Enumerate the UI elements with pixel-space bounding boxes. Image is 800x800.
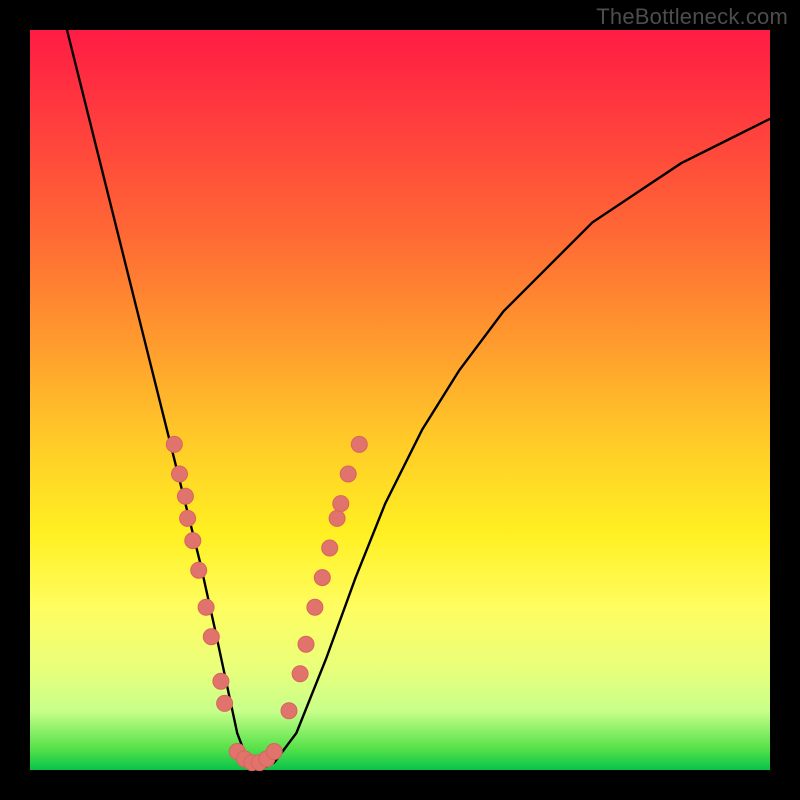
- data-point: [185, 533, 201, 549]
- data-points: [166, 436, 367, 770]
- data-point: [307, 599, 323, 615]
- data-point: [172, 466, 188, 482]
- data-point: [177, 488, 193, 504]
- data-point: [198, 599, 214, 615]
- data-point: [180, 510, 196, 526]
- data-point: [203, 629, 219, 645]
- data-point: [191, 562, 207, 578]
- plot-area: [30, 30, 770, 770]
- data-point: [213, 673, 229, 689]
- data-point: [340, 466, 356, 482]
- chart-svg: [30, 30, 770, 770]
- bottleneck-curve: [67, 30, 770, 770]
- data-point: [322, 540, 338, 556]
- data-point: [314, 570, 330, 586]
- data-point: [217, 695, 233, 711]
- data-point: [333, 496, 349, 512]
- data-point: [329, 510, 345, 526]
- data-point: [166, 436, 182, 452]
- data-point: [292, 666, 308, 682]
- data-point: [281, 703, 297, 719]
- data-point: [266, 744, 282, 760]
- data-point: [298, 636, 314, 652]
- watermark-text: TheBottleneck.com: [596, 4, 788, 30]
- data-point: [351, 436, 367, 452]
